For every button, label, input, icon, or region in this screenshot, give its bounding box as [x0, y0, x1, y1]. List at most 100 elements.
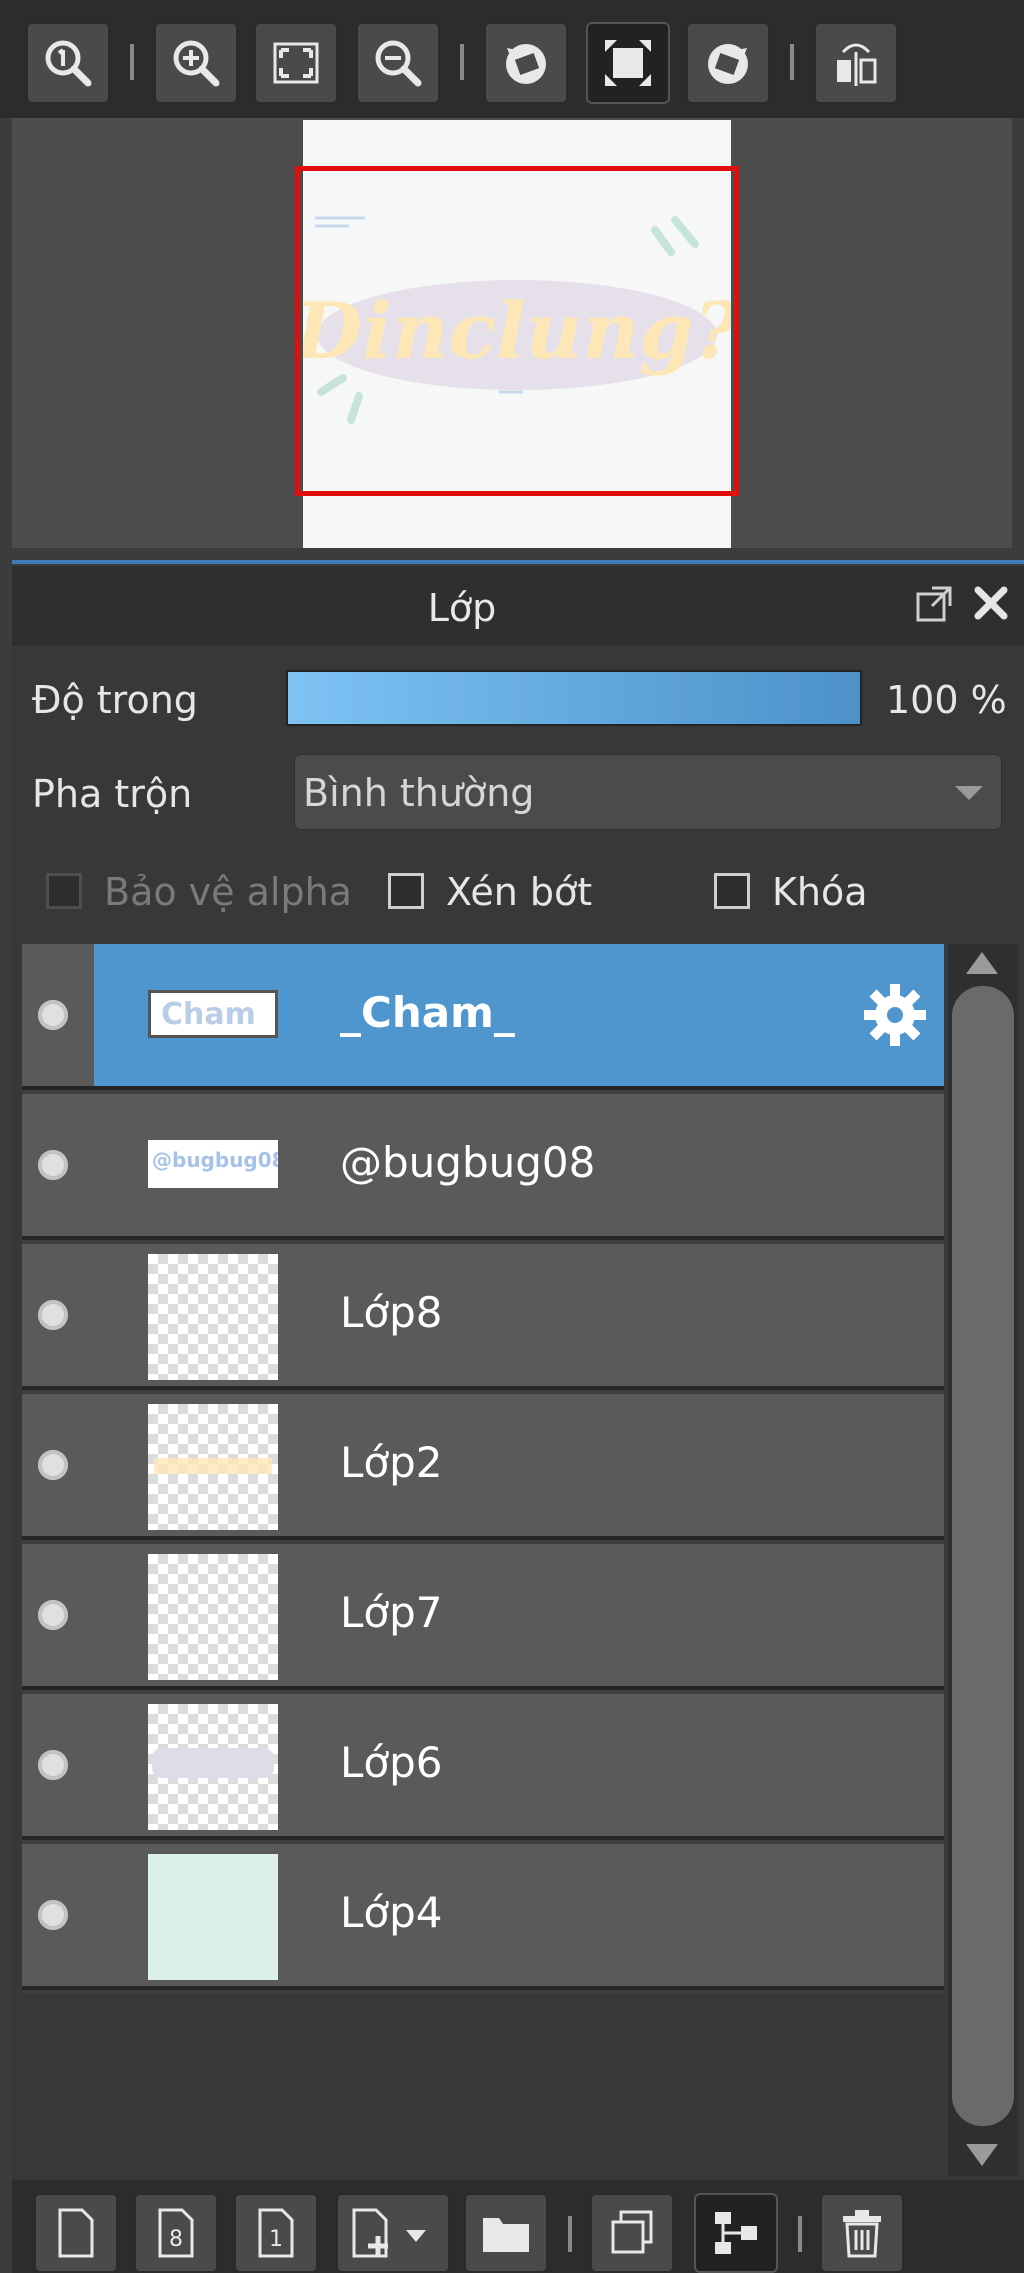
zoom-in-icon	[173, 40, 220, 87]
duplicate-layer-button[interactable]	[590, 2193, 674, 2273]
layer-thumbnail: @bugbug08	[148, 1140, 278, 1188]
layer-row[interactable]: Lớp4	[22, 1844, 944, 1990]
svg-text:1: 1	[269, 2227, 283, 2252]
layer-row[interactable]: Lớp7	[22, 1544, 944, 1690]
zoom-out-icon	[375, 40, 422, 87]
layer-visibility-toggle[interactable]	[22, 1694, 94, 1836]
new-folder-icon	[483, 2218, 529, 2252]
delete-layer-button[interactable]	[820, 2193, 904, 2273]
popout-icon[interactable]	[914, 584, 954, 624]
fit-screen-button[interactable]	[586, 22, 670, 104]
visibility-dot-icon	[38, 1600, 68, 1630]
new-folder-button[interactable]	[464, 2193, 548, 2273]
layer-thumbnail	[148, 1854, 278, 1980]
toolbar-separator	[568, 2216, 572, 2252]
visibility-dot-icon	[38, 1750, 68, 1780]
rotate-left-button[interactable]	[484, 22, 568, 104]
layer-name: Lớp8	[340, 1288, 443, 1337]
layer-row[interactable]: Lớp2	[22, 1394, 944, 1540]
layer-row[interactable]: Cham _Cham_	[22, 944, 944, 1090]
layer-visibility-toggle[interactable]	[22, 1844, 94, 1986]
layer-panel-title: Lớp	[427, 586, 497, 630]
opacity-value: 100 %	[886, 678, 1007, 722]
layer-name: Lớp2	[340, 1438, 443, 1487]
thumbnail-content	[152, 1748, 274, 1778]
layer-name: _Cham_	[340, 988, 515, 1037]
flip-horizontal-button[interactable]	[814, 22, 898, 104]
panel-splitter[interactable]	[12, 560, 1024, 564]
thumbnail-text: @bugbug08	[152, 1148, 278, 1172]
gear-icon[interactable]	[860, 980, 930, 1050]
fit-window-button[interactable]	[254, 22, 338, 104]
new-8bit-layer-button[interactable]: 8	[134, 2193, 218, 2273]
zoom-actual-size-button[interactable]	[26, 22, 110, 104]
delete-layer-icon	[843, 2210, 881, 2258]
blend-mode-value: Bình thường	[303, 771, 535, 815]
layer-panel-header: Lớp	[12, 566, 1024, 646]
layer-visibility-toggle[interactable]	[22, 1394, 94, 1536]
merge-layer-icon	[715, 2212, 757, 2254]
toolbar-separator	[790, 44, 794, 80]
rotate-right-icon	[708, 44, 748, 84]
clip-checkbox[interactable]	[388, 873, 424, 909]
new-1bit-layer-button[interactable]: 1	[234, 2193, 318, 2273]
layer-visibility-toggle[interactable]	[22, 1244, 94, 1386]
layer-thumbnail: Cham	[148, 990, 278, 1038]
blend-mode-label: Pha trộn	[32, 772, 193, 816]
visibility-dot-icon	[38, 1150, 68, 1180]
svg-text:8: 8	[169, 2227, 183, 2252]
layer-visibility-toggle[interactable]	[22, 944, 94, 1086]
layer-name: Lớp6	[340, 1738, 443, 1787]
layer-name: Lớp4	[340, 1888, 443, 1937]
add-layer-menu-icon	[352, 2208, 426, 2258]
zoom-out-button[interactable]	[356, 22, 440, 104]
close-icon[interactable]	[972, 584, 1010, 622]
zoom-in-button[interactable]	[154, 22, 238, 104]
new-8bit-layer-icon: 8	[158, 2208, 194, 2258]
visibility-dot-icon	[38, 1000, 68, 1030]
new-1bit-layer-icon: 1	[258, 2208, 294, 2258]
add-layer-menu-button[interactable]	[336, 2193, 450, 2273]
fit-window-icon	[273, 42, 319, 84]
layer-name: @bugbug08	[340, 1138, 596, 1187]
opacity-slider[interactable]	[286, 670, 862, 726]
toolbar-separator	[798, 2216, 802, 2252]
layer-thumbnail	[148, 1254, 278, 1380]
protect-alpha-label: Bảo vệ alpha	[104, 870, 352, 914]
rotate-right-button[interactable]	[686, 22, 770, 104]
thumbnail-text: Cham	[161, 997, 256, 1032]
blend-mode-select[interactable]: Bình thường	[294, 754, 1002, 830]
thumbnail-content	[154, 1458, 272, 1474]
navigator-viewport-rectangle[interactable]	[295, 166, 739, 496]
duplicate-layer-icon	[611, 2210, 653, 2254]
rotate-left-icon	[506, 44, 546, 84]
scroll-down-arrow-icon[interactable]	[966, 2144, 998, 2166]
scroll-up-arrow-icon[interactable]	[966, 952, 998, 974]
layer-row[interactable]: Lớp8	[22, 1244, 944, 1390]
layer-thumbnail	[148, 1404, 278, 1530]
visibility-dot-icon	[38, 1300, 68, 1330]
lock-label: Khóa	[772, 870, 868, 914]
zoom-actual-size-icon	[45, 40, 92, 87]
layer-visibility-toggle[interactable]	[22, 1544, 94, 1686]
layer-row[interactable]: Lớp6	[22, 1694, 944, 1840]
layer-name: Lớp7	[340, 1588, 443, 1637]
new-layer-button[interactable]	[34, 2193, 118, 2273]
lock-checkbox[interactable]	[714, 873, 750, 909]
layer-thumbnail	[148, 1554, 278, 1680]
flip-horizontal-icon	[837, 43, 877, 86]
visibility-dot-icon	[38, 1450, 68, 1480]
opacity-label: Độ trong	[32, 678, 198, 722]
protect-alpha-checkbox[interactable]	[46, 873, 82, 909]
chevron-down-icon	[955, 786, 983, 800]
scrollbar-thumb[interactable]	[952, 986, 1014, 2126]
toolbar-separator	[460, 44, 464, 80]
fit-screen-icon	[605, 40, 651, 86]
new-layer-icon	[58, 2208, 94, 2258]
visibility-dot-icon	[38, 1900, 68, 1930]
clip-label: Xén bớt	[446, 870, 593, 914]
layer-thumbnail	[148, 1704, 278, 1830]
merge-layer-button[interactable]	[694, 2193, 778, 2273]
layer-visibility-toggle[interactable]	[22, 1094, 94, 1236]
layer-row[interactable]: @bugbug08 @bugbug08	[22, 1094, 944, 1240]
